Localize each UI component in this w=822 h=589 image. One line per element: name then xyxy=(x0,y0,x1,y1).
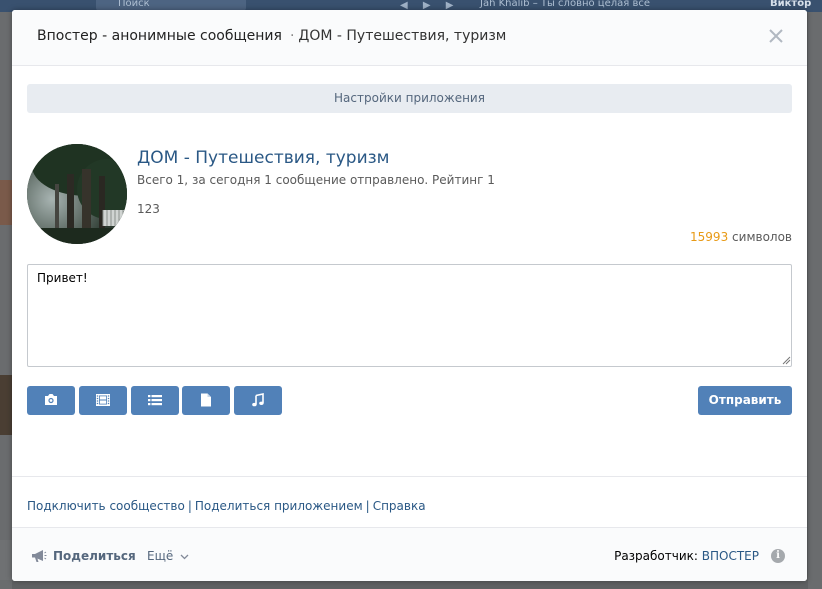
modal-title: Впостер - анонимные сообщения · ДОМ - Путе… xyxy=(37,28,506,44)
message-stats: Всего 1, за сегодня 1 сообщение отправле… xyxy=(137,173,495,187)
attach-document-button[interactable] xyxy=(182,386,230,415)
developer-info: Разработчик: ВПОСТЕР xyxy=(614,549,759,563)
message-input[interactable]: Привет! xyxy=(27,264,792,367)
community-name-link[interactable]: ДОМ - Путешествия, туризм xyxy=(137,148,390,168)
bg-thumbnail xyxy=(0,180,12,225)
more-label: Ещё xyxy=(147,549,174,563)
bg-right-column xyxy=(808,12,822,589)
more-dropdown[interactable]: Ещё xyxy=(147,549,189,563)
modal-header: Впостер - анонимные сообщения · ДОМ - Путе… xyxy=(12,10,807,66)
app-name: Впостер - анонимные сообщения xyxy=(37,28,282,44)
connect-community-link[interactable]: Подключить сообщество xyxy=(27,499,185,513)
app-modal: Впостер - анонимные сообщения · ДОМ - Путе… xyxy=(12,10,807,581)
char-count-label: символов xyxy=(732,230,792,244)
help-link[interactable]: Справка xyxy=(373,499,426,513)
developer-link[interactable]: ВПОСТЕР xyxy=(702,549,759,563)
film-icon xyxy=(96,394,110,406)
attach-video-button[interactable] xyxy=(79,386,127,415)
community-avatar xyxy=(27,144,127,244)
link-separator: | xyxy=(365,499,370,513)
attach-audio-button[interactable] xyxy=(234,386,282,415)
list-icon xyxy=(148,395,162,406)
divider xyxy=(12,476,807,477)
attach-photo-button[interactable] xyxy=(27,386,75,415)
share-label: Поделиться xyxy=(53,549,136,563)
bg-search-placeholder: Поиск xyxy=(118,0,150,9)
share-app-link[interactable]: Поделиться приложением xyxy=(195,499,363,513)
developer-label: Разработчик: xyxy=(614,549,698,563)
document-icon xyxy=(201,393,211,407)
bg-left-column xyxy=(0,12,12,589)
bg-user-name: Виктор xyxy=(770,0,812,9)
music-note-icon xyxy=(252,393,264,407)
camera-icon xyxy=(45,394,57,405)
footer-links: Подключить сообщество | Поделиться приложе… xyxy=(27,499,426,513)
link-separator: | xyxy=(187,499,192,513)
resize-grip-icon[interactable] xyxy=(782,356,791,365)
bg-now-playing: Jah Khalib – Ты словно целая все xyxy=(480,0,651,9)
close-icon[interactable] xyxy=(767,27,785,45)
send-button[interactable]: Отправить xyxy=(698,386,792,415)
modal-subtitle: ДОМ - Путешествия, туризм xyxy=(298,28,507,44)
bg-thumbnail xyxy=(0,375,12,435)
attach-poll-button[interactable] xyxy=(131,386,179,415)
chevron-down-icon xyxy=(180,554,189,560)
info-icon[interactable]: i xyxy=(771,549,785,563)
char-count: 15993 xyxy=(690,230,729,244)
megaphone-icon xyxy=(32,550,47,562)
community-description: 123 xyxy=(137,202,160,216)
bg-thumbnail xyxy=(0,540,12,580)
app-settings-button[interactable]: Настройки приложения xyxy=(27,84,792,113)
modal-footer: Поделиться Ещё Разработчик: ВПОСТЕР i xyxy=(12,527,807,581)
title-separator: · xyxy=(289,28,295,44)
char-counter: 15993 символов xyxy=(690,230,792,244)
